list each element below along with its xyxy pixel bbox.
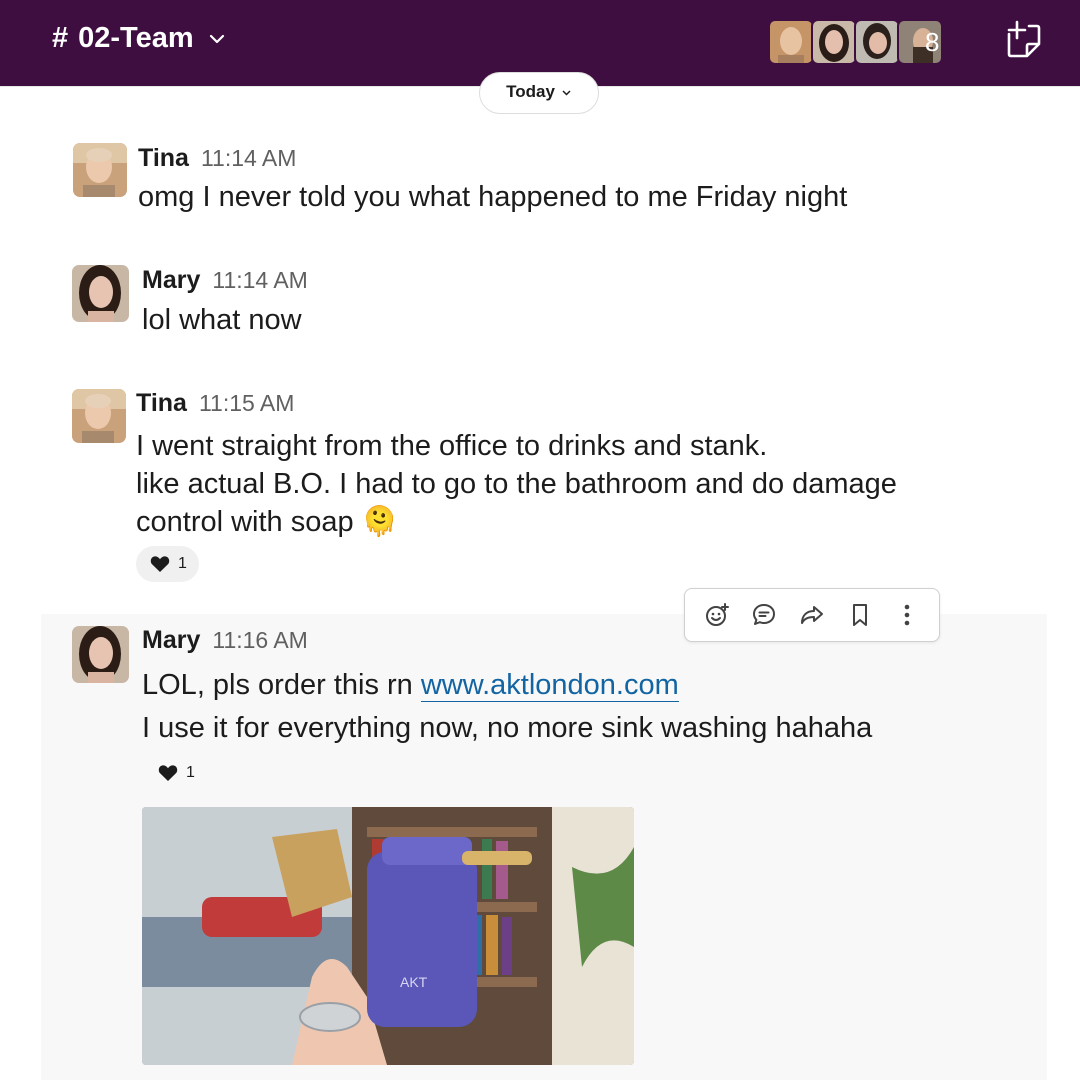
timestamp[interactable]: 11:14 AM: [212, 267, 307, 293]
date-divider-button[interactable]: Today: [479, 72, 599, 114]
author-name[interactable]: Tina: [136, 389, 187, 417]
channel-name: 02-Team: [78, 22, 194, 54]
message-text: LOL, pls order this rn www.aktlondon.com: [142, 666, 679, 704]
heart-icon: [158, 765, 178, 781]
message-link[interactable]: www.aktlondon.com: [420, 669, 679, 702]
member-avatar: [811, 19, 857, 65]
message-header: Tina 11:15 AM: [136, 389, 294, 418]
share-icon: [800, 606, 823, 624]
message-text: control with soap 🫠: [136, 503, 398, 541]
reply-in-thread-icon: [753, 604, 776, 625]
reaction-count: 1: [178, 555, 187, 572]
member-avatar: [854, 19, 900, 65]
add-reaction-button[interactable]: [702, 600, 732, 630]
message-text: I use it for everything now, no more sin…: [142, 712, 873, 744]
save-message-button[interactable]: [845, 600, 875, 630]
reaction-pill[interactable]: 1: [142, 755, 207, 791]
message-header: Tina 11:14 AM: [138, 144, 296, 173]
reply-in-thread-button[interactable]: [749, 600, 779, 630]
melting-face-emoji: 🫠: [361, 506, 398, 538]
message-text: like actual B.O. I had to go to the bath…: [136, 468, 897, 500]
message-text-line: control with soap: [136, 506, 354, 538]
image-attachment[interactable]: AKT: [142, 807, 634, 1065]
author-name[interactable]: Mary: [142, 626, 200, 654]
member-avatar: [768, 19, 814, 65]
avatar[interactable]: [72, 626, 129, 683]
author-name[interactable]: Tina: [138, 144, 189, 172]
hash-symbol: #: [52, 22, 69, 54]
chevron-down-icon: [562, 90, 571, 96]
timestamp[interactable]: 11:16 AM: [212, 627, 307, 653]
message-text: omg I never told you what happened to me…: [138, 181, 848, 213]
avatar[interactable]: [72, 389, 126, 443]
message-text-line: LOL, pls order this rn: [142, 669, 421, 701]
chevron-down-icon: [209, 34, 224, 43]
timestamp[interactable]: 11:15 AM: [199, 390, 294, 416]
avatar[interactable]: [73, 143, 127, 197]
message-text: I went straight from the office to drink…: [136, 430, 768, 462]
member-count[interactable]: 8: [925, 27, 939, 58]
share-message-button[interactable]: [797, 600, 827, 630]
channel-title-button[interactable]: # 02-Team: [52, 22, 226, 55]
reaction-pill[interactable]: 1: [136, 546, 199, 582]
more-actions-icon: [904, 604, 910, 626]
message-header: Mary 11:14 AM: [142, 266, 308, 295]
more-actions-button[interactable]: [892, 600, 922, 630]
member-avatars-button[interactable]: [768, 19, 943, 65]
avatar[interactable]: [72, 265, 129, 322]
add-reaction-icon: [705, 603, 729, 626]
message-header: Mary 11:16 AM: [142, 626, 308, 655]
svg-text:AKT: AKT: [400, 974, 428, 990]
timestamp[interactable]: 11:14 AM: [201, 145, 296, 171]
author-name[interactable]: Mary: [142, 266, 200, 294]
date-label: Today: [506, 82, 555, 101]
save-bookmark-icon: [852, 604, 867, 626]
message-text: lol what now: [142, 304, 302, 336]
reaction-count: 1: [186, 764, 195, 781]
message-actions-toolbar: [684, 588, 940, 642]
new-message-icon[interactable]: [1003, 20, 1045, 62]
heart-icon: [150, 556, 170, 572]
